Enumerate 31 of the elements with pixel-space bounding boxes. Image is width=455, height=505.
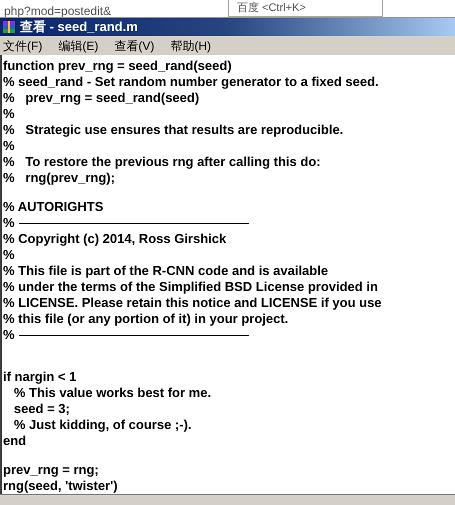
code-line: seed = 3;: [12, 401, 70, 417]
menu-item[interactable]: 编辑(E): [58, 36, 98, 54]
code-line: % This value works best for me.: [12, 385, 212, 401]
code-line: % AUTORIGHTS: [3, 199, 104, 215]
code-line: % LICENSE. Please retain this notice and LICENSE if you use: [3, 295, 382, 311]
code-line: % To restore the previous rng after calling this do:: [3, 154, 321, 170]
window-title: 查看 - seed_rand.m: [20, 18, 138, 36]
code-line: %: [3, 106, 15, 122]
menu-item[interactable]: 文件(F): [3, 36, 42, 54]
code-line: %: [3, 138, 15, 154]
menu-item[interactable]: 帮助(H): [170, 36, 211, 54]
code-line: % prev_rng = seed_rand(seed): [3, 90, 200, 106]
code-line: rng(seed, 'twister'): [3, 478, 118, 494]
search-field[interactable]: 百度 <Ctrl+K>: [228, 0, 383, 17]
code-line: %: [3, 247, 15, 263]
menu-item[interactable]: 查看(V): [114, 36, 154, 54]
code-line: % seed_rand - Set random number generator to a fixed seed.: [3, 74, 379, 90]
code-line: if nargin < 1: [3, 369, 76, 385]
code-line: % under the terms of the Simplified BSD License provided in: [3, 279, 378, 295]
code-line: function prev_rng = seed_rand(seed): [3, 58, 232, 74]
code-line: % Strategic use ensures that results are reproducible.: [3, 122, 344, 138]
code-line: %: [3, 327, 15, 343]
code-line: % Copyright (c) 2014, Ross Girshick: [3, 231, 226, 247]
code-line: % This file is part of the R-CNN code and is available: [3, 263, 328, 279]
code-line: % this file (or any portion of it) in your project.: [3, 311, 288, 327]
code-line: % rng(prev_rng);: [3, 170, 115, 186]
code-line: end: [3, 433, 26, 449]
books-icon: [2, 20, 16, 34]
code-line: %: [3, 215, 15, 231]
code-line: % Just kidding, of course ;-).: [12, 417, 192, 433]
code-line: prev_rng = rng;: [3, 462, 99, 478]
